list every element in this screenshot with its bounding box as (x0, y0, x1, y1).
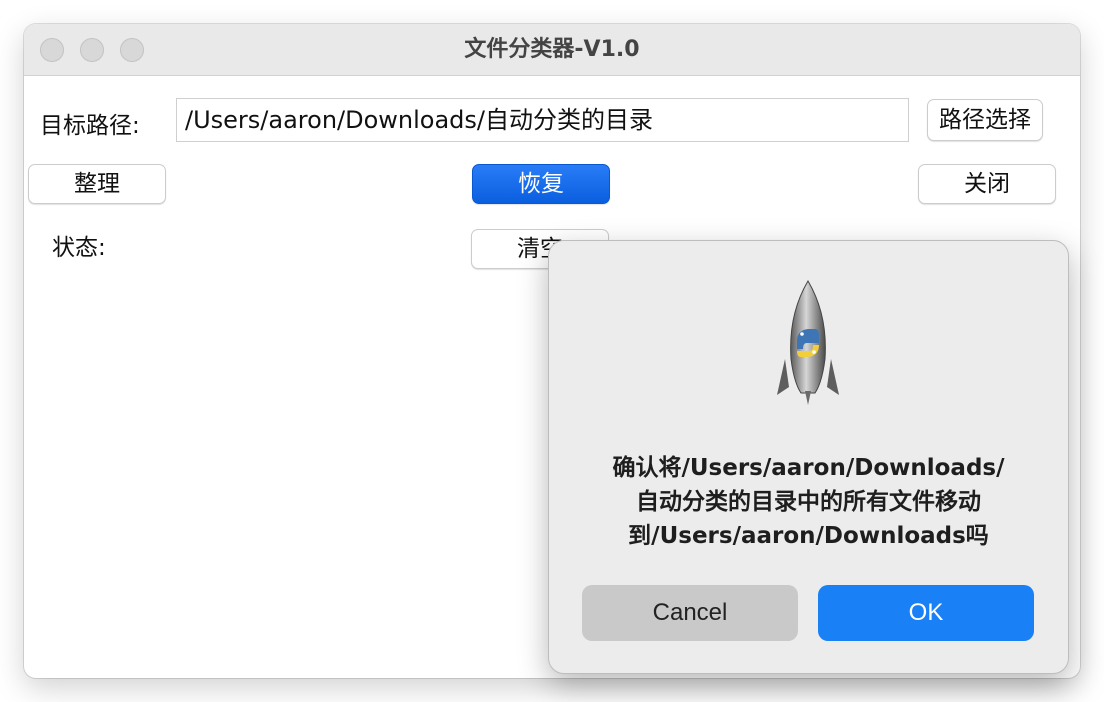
title-bar: 文件分类器-V1.0 (24, 24, 1080, 76)
organize-button[interactable]: 整理 (28, 164, 166, 204)
confirm-dialog: 确认将/Users/aaron/Downloads/ 自动分类的目录中的所有文件… (548, 240, 1069, 674)
dialog-message-line-1: 确认将/Users/aaron/Downloads/ (612, 455, 1005, 481)
dialog-cancel-button[interactable]: Cancel (582, 585, 798, 641)
dialog-message-line-3: 到/Users/aaron/Downloads吗 (628, 523, 989, 549)
choose-path-button[interactable]: 路径选择 (927, 99, 1043, 141)
restore-button[interactable]: 恢复 (472, 164, 610, 204)
status-label: 状态: (52, 235, 106, 261)
close-button[interactable]: 关闭 (918, 164, 1056, 204)
dialog-message-line-2: 自动分类的目录中的所有文件移动 (636, 489, 981, 515)
dialog-ok-button[interactable]: OK (818, 585, 1034, 641)
window-title: 文件分类器-V1.0 (464, 37, 640, 62)
target-path-label: 目标路径: (40, 113, 140, 139)
dialog-message: 确认将/Users/aaron/Downloads/ 自动分类的目录中的所有文件… (549, 451, 1068, 553)
target-path-input[interactable]: /Users/aaron/Downloads/自动分类的目录 (176, 98, 909, 142)
python-launcher-rocket-icon (777, 280, 839, 405)
